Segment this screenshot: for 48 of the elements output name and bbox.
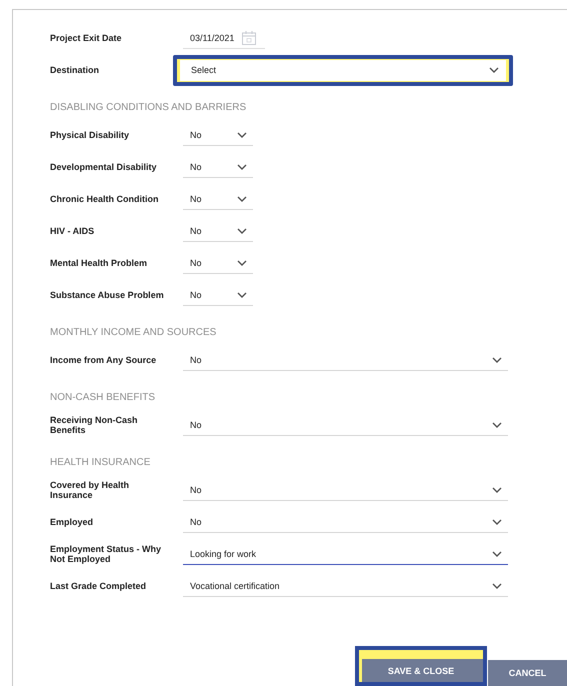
dropdown-select[interactable]: No xyxy=(183,284,253,306)
field-label: Developmental Disability xyxy=(50,162,158,172)
chevron-down-icon xyxy=(489,67,499,73)
chevron-down-icon xyxy=(492,518,502,524)
dropdown-select[interactable]: No xyxy=(183,414,508,436)
chevron-down-icon xyxy=(237,164,247,170)
date-field[interactable]: 03/11/2021 xyxy=(183,27,265,49)
chevron-down-icon xyxy=(492,550,502,556)
field-label: Physical Disability xyxy=(50,130,130,140)
dropdown-select[interactable]: No xyxy=(183,511,508,533)
destination-select[interactable]: Select xyxy=(173,54,513,86)
dropdown-select[interactable]: Vocational certification xyxy=(183,575,508,597)
cancel-button[interactable]: CANCEL xyxy=(488,660,567,686)
dropdown-select[interactable]: No xyxy=(183,156,253,178)
chevron-down-icon xyxy=(492,422,502,428)
dropdown-select[interactable]: No xyxy=(183,188,253,210)
field-label: Destination xyxy=(50,65,100,75)
dropdown-select[interactable]: No xyxy=(183,124,253,146)
section-heading: DISABLING CONDITIONS AND BARRIERS xyxy=(50,101,248,115)
chevron-down-icon xyxy=(237,228,247,234)
chevron-down-icon xyxy=(237,132,247,138)
dropdown-select[interactable]: Looking for work xyxy=(183,543,508,565)
chevron-down-icon xyxy=(237,260,247,266)
field-label: Project Exit Date xyxy=(50,33,123,43)
field-label: Employment Status - Why Not Employed xyxy=(50,544,162,564)
dropdown-select[interactable]: No xyxy=(183,252,253,274)
dropdown-select[interactable]: No xyxy=(183,479,508,501)
chevron-down-icon xyxy=(492,582,502,588)
dropdown-select[interactable]: No xyxy=(183,220,253,242)
field-label: Last Grade Completed xyxy=(50,581,148,591)
field-label: Substance Abuse Problem xyxy=(50,290,165,300)
field-label: Mental Health Problem xyxy=(50,258,148,268)
chevron-down-icon xyxy=(237,292,247,298)
field-label: Chronic Health Condition xyxy=(50,194,160,204)
chevron-down-icon xyxy=(492,356,502,362)
section-heading: HEALTH INSURANCE xyxy=(50,456,152,470)
save-button[interactable]: SAVE & CLOSE xyxy=(355,646,487,686)
chevron-down-icon xyxy=(237,196,247,202)
dropdown-select[interactable]: No xyxy=(183,349,508,371)
field-label: Covered by Health Insurance xyxy=(50,480,130,500)
field-label: Income from Any Source xyxy=(50,355,158,365)
field-label: HIV - AIDS xyxy=(50,226,96,236)
field-label: Receiving Non-Cash Benefits xyxy=(50,415,139,435)
chevron-down-icon xyxy=(492,486,502,492)
section-heading: NON-CASH BENEFITS xyxy=(50,391,156,405)
section-heading: MONTHLY INCOME AND SOURCES xyxy=(50,326,218,340)
calendar-icon[interactable] xyxy=(241,30,257,46)
field-label: Employed xyxy=(50,517,94,527)
